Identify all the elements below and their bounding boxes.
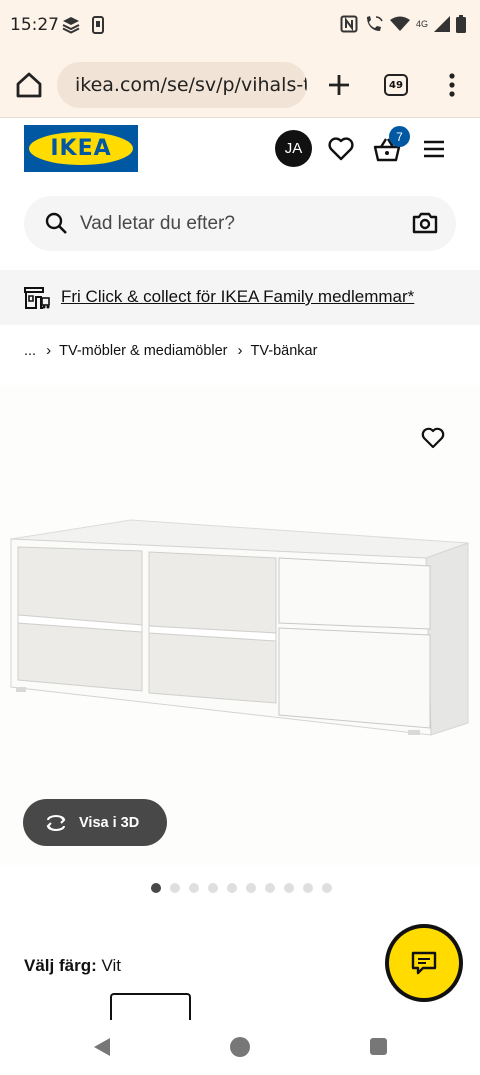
network-label: 4G [415, 19, 428, 29]
gallery-dot[interactable] [246, 883, 256, 893]
plus-icon[interactable] [324, 70, 354, 100]
tab-count: 49 [389, 79, 403, 91]
hamburger-menu-icon[interactable] [421, 137, 447, 161]
breadcrumb-ellipsis[interactable]: ... [24, 343, 36, 359]
battery-icon [456, 15, 466, 33]
stack-icon [62, 17, 80, 34]
home-icon[interactable] [14, 70, 44, 100]
search-placeholder: Vad letar du efter? [80, 213, 235, 234]
chevron-right-icon: › [46, 342, 52, 359]
signal-icon [434, 16, 450, 32]
view-in-3d-label: Visa i 3D [79, 814, 140, 831]
status-bar: 15:27 4G [0, 0, 480, 52]
chevron-right-icon: › [237, 342, 243, 359]
gallery-dot[interactable] [265, 883, 275, 893]
phone-outline-icon [92, 16, 104, 34]
search-icon [45, 212, 67, 234]
tv-bench-image [10, 519, 469, 736]
gallery-dot[interactable] [170, 883, 180, 893]
recents-square-icon[interactable] [370, 1038, 387, 1055]
store-pickup-icon [24, 287, 50, 309]
view-in-3d-button[interactable]: Visa i 3D [23, 799, 167, 846]
breadcrumb: ... › TV-möbler & mediamöbler › TV-bänka… [24, 342, 317, 359]
search-input[interactable]: Vad letar du efter? [24, 196, 456, 251]
color-value: Vit [101, 956, 122, 975]
gallery-pagination [151, 883, 332, 893]
wifi-calling-icon [366, 16, 383, 31]
chat-button[interactable] [385, 924, 463, 1002]
nfc-icon [340, 15, 358, 33]
status-time: 15:27 [10, 15, 59, 35]
promo-link[interactable]: Fri Click & collect för IKEA Family medl… [61, 287, 414, 307]
wifi-icon [389, 16, 410, 31]
browser-toolbar: ikea.com/se/sv/p/vihals-t 49 [0, 52, 480, 118]
promo-banner[interactable]: Fri Click & collect för IKEA Family medl… [0, 270, 480, 325]
status-system-icons: 4G [340, 15, 466, 33]
more-vert-icon[interactable] [440, 70, 464, 100]
url-text: ikea.com/se/sv/p/vihals-t [75, 74, 307, 96]
site-header: IKEA JA 7 [0, 118, 480, 188]
rotate-3d-icon [46, 814, 66, 831]
cart-count-badge: 7 [389, 126, 410, 147]
status-notification-icons [62, 16, 104, 34]
account-avatar[interactable]: JA [275, 130, 312, 167]
chat-bubble-icon [411, 951, 437, 975]
heart-icon[interactable] [420, 425, 446, 451]
home-circle-icon[interactable] [230, 1037, 250, 1057]
heart-icon[interactable] [327, 135, 355, 163]
breadcrumb-item-tv-bankar[interactable]: TV-bänkar [251, 343, 318, 359]
address-bar[interactable]: ikea.com/se/sv/p/vihals-t [57, 62, 307, 108]
gallery-dot[interactable] [227, 883, 237, 893]
gallery-dot[interactable] [322, 883, 332, 893]
system-navigation-bar [0, 1020, 480, 1075]
product-image-gallery[interactable]: Visa i 3D [0, 385, 480, 865]
logo-text: IKEA [50, 136, 112, 161]
gallery-dot[interactable] [189, 883, 199, 893]
ikea-logo[interactable]: IKEA [24, 125, 138, 172]
gallery-dot[interactable] [284, 883, 294, 893]
back-triangle-icon[interactable] [92, 1037, 112, 1057]
breadcrumb-item-tv-mobler[interactable]: TV-möbler & mediamöbler [59, 343, 227, 359]
tab-switcher-button[interactable]: 49 [384, 74, 408, 96]
gallery-dot[interactable] [151, 883, 161, 893]
gallery-dot[interactable] [208, 883, 218, 893]
camera-icon[interactable] [412, 211, 438, 235]
color-label: Välj färg: [24, 956, 97, 975]
color-selector-label: Välj färg: Vit [24, 956, 121, 976]
avatar-initials: JA [284, 140, 303, 157]
gallery-dot[interactable] [303, 883, 313, 893]
